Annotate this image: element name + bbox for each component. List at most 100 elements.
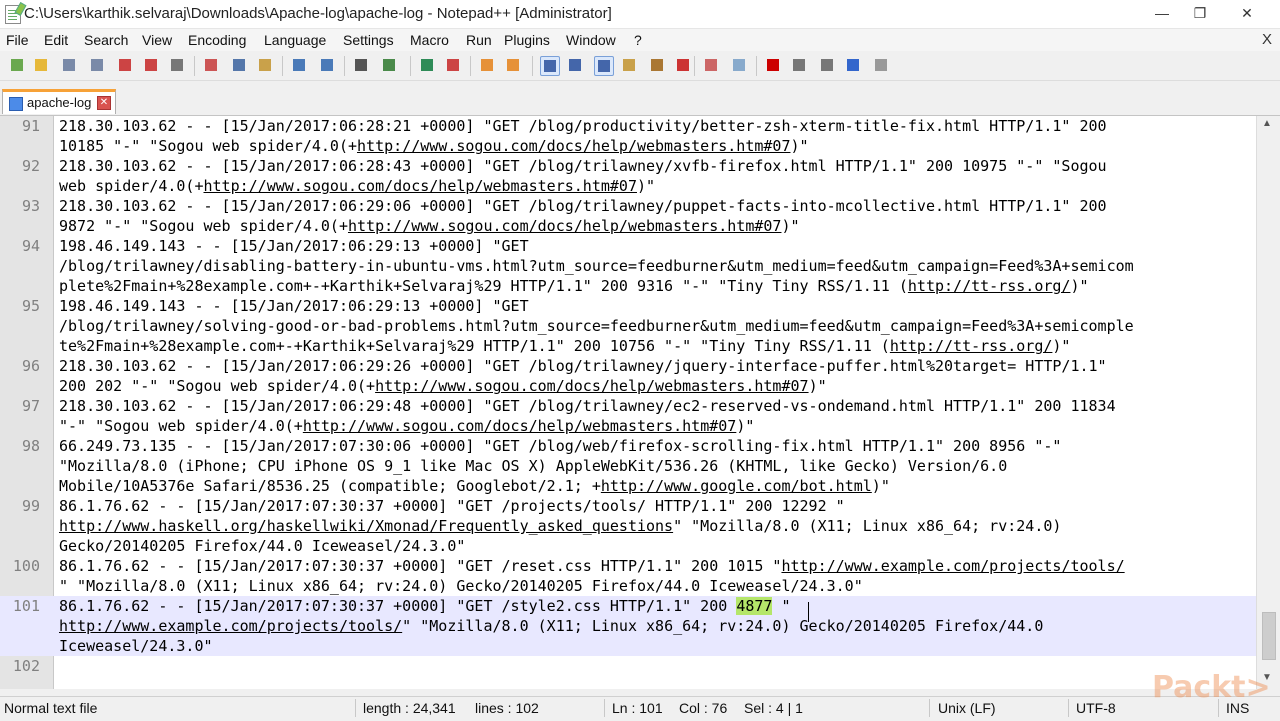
toolbar-separator <box>344 56 345 76</box>
current-line[interactable]: 101 86.1.76.62 - - [15/Jan/2017:07:30:37 … <box>0 596 1256 656</box>
editor-line[interactable]: 92 218.30.103.62 - - [15/Jan/2017:06:28:4… <box>0 156 1256 196</box>
editor-line[interactable]: 93 218.30.103.62 - - [15/Jan/2017:06:29:0… <box>0 196 1256 236</box>
editor-line[interactable]: 91 218.30.103.62 - - [15/Jan/2017:06:28:2… <box>0 116 1256 156</box>
menu-run[interactable]: Run <box>466 32 492 48</box>
line-number: 91 <box>21 117 40 135</box>
menu-file[interactable]: File <box>6 32 29 48</box>
menu-language[interactable]: Language <box>264 32 326 48</box>
replace-icon[interactable] <box>380 56 398 74</box>
record-macro-icon[interactable] <box>764 56 782 74</box>
user-defined-language-icon[interactable] <box>620 56 638 74</box>
save-macro-icon[interactable] <box>872 56 890 74</box>
url-link[interactable]: http://www.example.com/projects/tools/ <box>59 617 402 635</box>
wrapped-row: 218.30.103.62 - - [15/Jan/2017:06:28:21 … <box>59 116 1107 136</box>
editor-line[interactable]: 99 86.1.76.62 - - [15/Jan/2017:07:30:37 +… <box>0 496 1256 556</box>
document-map-icon[interactable] <box>648 56 666 74</box>
text-segment: te%2Fmain+%28example.com+-+Karthik+Selva… <box>59 337 890 355</box>
url-link[interactable]: http://www.sogou.com/docs/help/webmaster… <box>357 137 790 155</box>
indent-guide-icon[interactable] <box>594 56 614 76</box>
save-all-icon[interactable] <box>88 56 106 74</box>
menu-view[interactable]: View <box>142 32 172 48</box>
copy-icon[interactable] <box>230 56 248 74</box>
close-document-button[interactable]: X <box>1262 31 1272 48</box>
status-file-type: Normal text file <box>4 700 98 716</box>
show-all-chars-icon[interactable] <box>566 56 584 74</box>
menu-encoding[interactable]: Encoding <box>188 32 246 48</box>
undo-icon[interactable] <box>290 56 308 74</box>
wrapped-row: 198.46.149.143 - - [15/Jan/2017:06:29:13… <box>59 236 1134 256</box>
wrapped-row: 200 202 "-" "Sogou web spider/4.0(+http:… <box>59 376 1107 396</box>
editor-line[interactable]: 94 198.46.149.143 - - [15/Jan/2017:06:29:… <box>0 236 1256 296</box>
menu-settings[interactable]: Settings <box>343 32 394 48</box>
url-link[interactable]: http://www.haskell.org/haskellwiki/Xmona… <box>59 517 673 535</box>
wrapped-row: http://www.haskell.org/haskellwiki/Xmona… <box>59 516 1061 536</box>
open-file-icon[interactable] <box>32 56 50 74</box>
zoom-out-icon[interactable] <box>444 56 462 74</box>
menu-help[interactable]: ? <box>634 32 642 48</box>
saved-file-icon <box>9 97 23 111</box>
url-link[interactable]: http://www.google.com/bot.html <box>601 477 872 495</box>
editor-line[interactable]: 100 86.1.76.62 - - [15/Jan/2017:07:30:37 … <box>0 556 1256 596</box>
sync-horizontal-icon[interactable] <box>504 56 522 74</box>
status-encoding[interactable]: UTF-8 <box>1076 700 1116 716</box>
status-column: Col : 76 <box>679 700 728 716</box>
folder-as-workspace-icon[interactable] <box>702 56 720 74</box>
editor-line[interactable]: 102 <box>0 656 1256 676</box>
scroll-up-arrow-icon[interactable]: ▲ <box>1262 118 1272 129</box>
url-link[interactable]: http://tt-rss.org/ <box>908 277 1071 295</box>
url-link[interactable]: http://www.example.com/projects/tools/ <box>781 557 1124 575</box>
editor-line[interactable]: 98 66.249.73.135 - - [15/Jan/2017:07:30:0… <box>0 436 1256 496</box>
menu-edit[interactable]: Edit <box>44 32 68 48</box>
print-icon[interactable] <box>168 56 186 74</box>
editor-line[interactable]: 96 218.30.103.62 - - [15/Jan/2017:06:29:2… <box>0 356 1256 396</box>
wrapped-row: 86.1.76.62 - - [15/Jan/2017:07:30:37 +00… <box>59 556 1125 576</box>
menu-search[interactable]: Search <box>84 32 128 48</box>
editor-line[interactable]: 95 198.46.149.143 - - [15/Jan/2017:06:29:… <box>0 296 1256 356</box>
find-icon[interactable] <box>352 56 370 74</box>
line-number: 101 <box>12 597 40 615</box>
status-eol[interactable]: Unix (LF) <box>938 700 996 716</box>
tab-apache-log[interactable]: apache-log ✕ <box>2 89 116 114</box>
url-link[interactable]: http://www.sogou.com/docs/help/webmaster… <box>204 177 637 195</box>
save-icon[interactable] <box>60 56 78 74</box>
url-link[interactable]: http://www.sogou.com/docs/help/webmaster… <box>348 217 781 235</box>
vertical-scrollbar[interactable]: ▲ ▼ <box>1256 116 1280 689</box>
function-list-icon[interactable] <box>674 56 692 74</box>
scrollbar-thumb[interactable] <box>1262 612 1276 660</box>
new-file-icon[interactable] <box>8 56 26 74</box>
text-segment: )" <box>790 137 809 155</box>
url-link[interactable]: http://www.sogou.com/docs/help/webmaster… <box>303 417 736 435</box>
toolbar-separator <box>470 56 471 76</box>
redo-icon[interactable] <box>318 56 336 74</box>
menu-window[interactable]: Window <box>566 32 616 48</box>
text-segment: plete%2Fmain+%28example.com+-+Karthik+Se… <box>59 277 908 295</box>
maximize-button[interactable]: ❐ <box>1178 0 1222 26</box>
url-link[interactable]: http://tt-rss.org/ <box>890 337 1053 355</box>
close-all-icon[interactable] <box>142 56 160 74</box>
line-number: 96 <box>21 357 40 375</box>
wrapped-row: 66.249.73.135 - - [15/Jan/2017:07:30:06 … <box>59 436 1061 456</box>
zoom-in-icon[interactable] <box>418 56 436 74</box>
wrapped-row: 218.30.103.62 - - [15/Jan/2017:06:28:43 … <box>59 156 1107 176</box>
text-editor[interactable]: 91 218.30.103.62 - - [15/Jan/2017:06:28:2… <box>0 116 1256 689</box>
monitoring-icon[interactable] <box>730 56 748 74</box>
close-window-button[interactable]: ✕ <box>1222 0 1272 26</box>
text-segment: 218.30.103.62 - - [15/Jan/2017:06:29:48 … <box>59 397 1116 415</box>
text-segment: Iceweasel/24.3.0" <box>59 637 213 655</box>
menu-macro[interactable]: Macro <box>410 32 449 48</box>
editor-line[interactable]: 97 218.30.103.62 - - [15/Jan/2017:06:29:4… <box>0 396 1256 436</box>
close-icon[interactable] <box>116 56 134 74</box>
status-separator <box>355 699 356 717</box>
stop-recording-icon[interactable] <box>790 56 808 74</box>
url-link[interactable]: http://www.sogou.com/docs/help/webmaster… <box>375 377 808 395</box>
playback-macro-icon[interactable] <box>818 56 836 74</box>
word-wrap-icon[interactable] <box>540 56 560 76</box>
paste-icon[interactable] <box>256 56 274 74</box>
run-macro-multiple-icon[interactable] <box>844 56 862 74</box>
text-segment: )" <box>736 417 755 435</box>
sync-vertical-icon[interactable] <box>478 56 496 74</box>
tab-close-button[interactable]: ✕ <box>97 96 111 110</box>
text-segment: 198.46.149.143 - - [15/Jan/2017:06:29:13… <box>59 297 529 315</box>
cut-icon[interactable] <box>202 56 220 74</box>
menu-plugins[interactable]: Plugins <box>504 32 550 48</box>
